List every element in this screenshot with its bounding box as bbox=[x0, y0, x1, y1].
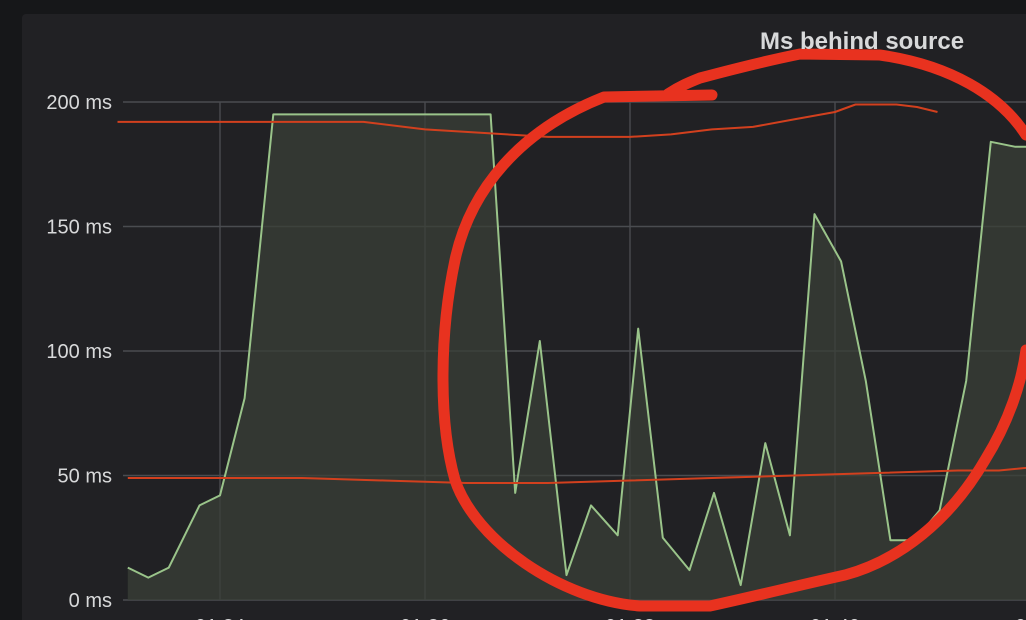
y-tick-label: 50 ms bbox=[58, 466, 112, 488]
y-tick-label: 0 ms bbox=[69, 590, 112, 612]
reference-line-1 bbox=[117, 103, 938, 138]
y-tick-label: 100 ms bbox=[46, 341, 112, 363]
y-tick-label: 200 ms bbox=[46, 92, 112, 114]
x-tick-label: 01:38 bbox=[605, 616, 655, 620]
x-tick-label: 01:34 bbox=[195, 616, 245, 620]
series-area-fill bbox=[127, 114, 1026, 600]
x-tick-label: 01:36 bbox=[400, 616, 450, 620]
x-tick-label: 01:40 bbox=[810, 616, 860, 620]
chart-canvas: 0 ms 50 ms 100 ms 150 ms 200 ms 01:34 01:36 01:… bbox=[46, 48, 1026, 620]
panel-title: Ms behind source bbox=[760, 28, 965, 55]
y-tick-label: 150 ms bbox=[46, 217, 112, 239]
series-layer bbox=[117, 103, 1026, 600]
x-tick-label: 01:42 bbox=[1015, 616, 1026, 620]
